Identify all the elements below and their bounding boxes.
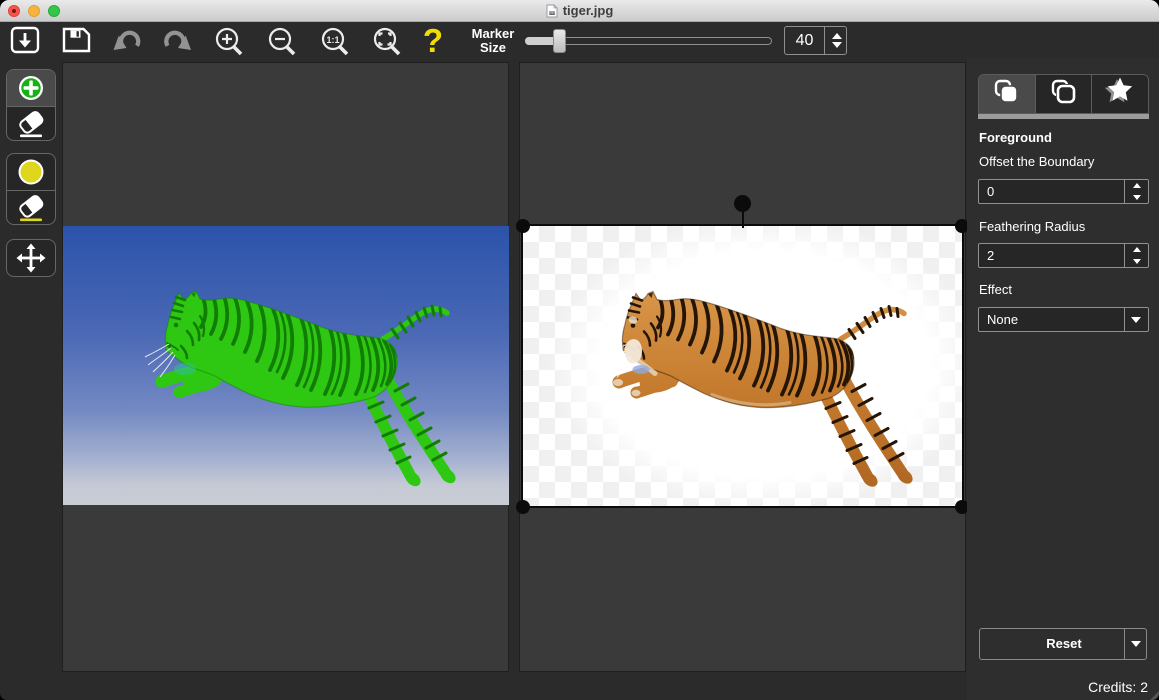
svg-text:1:1: 1:1 <box>326 35 339 45</box>
svg-text:?: ? <box>423 22 443 58</box>
